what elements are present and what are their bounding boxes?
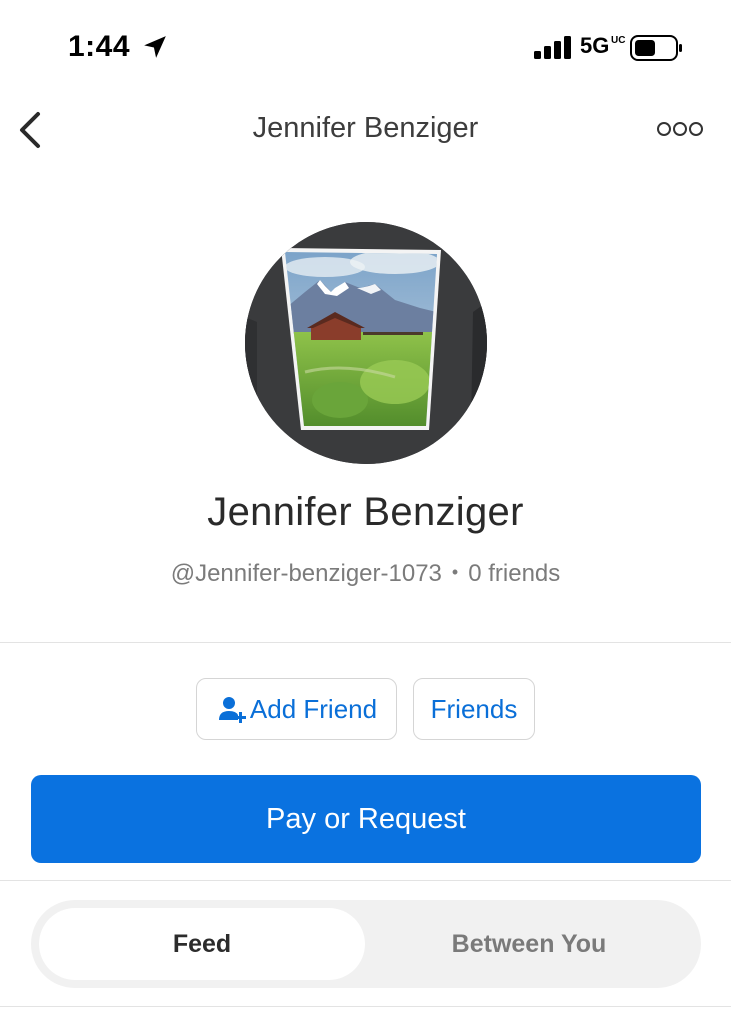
tab-feed[interactable]: Feed (39, 908, 365, 980)
network-subtype: UC (611, 35, 626, 46)
nav-bar: Jennifer Benziger (0, 100, 731, 160)
battery-icon (630, 35, 682, 61)
divider (0, 880, 731, 881)
tab-between-you[interactable]: Between You (365, 908, 693, 980)
add-friend-button[interactable]: Add Friend (196, 678, 397, 740)
avatar[interactable] (245, 222, 487, 464)
status-bar: 1:44 5G UC (0, 0, 731, 100)
more-options-icon[interactable] (655, 118, 705, 140)
profile-handle: @Jennifer-benziger-1073 (170, 560, 442, 587)
cellular-signal-icon (534, 36, 571, 59)
friends-label: Friends (430, 693, 518, 724)
feed-tabs: Feed Between You (31, 900, 701, 988)
friends-button[interactable]: Friends (413, 678, 535, 740)
profile-name: Jennifer Benziger (207, 490, 524, 534)
divider (0, 642, 731, 643)
tab-between-you-label: Between You (451, 929, 607, 958)
separator-dot: • (451, 562, 459, 582)
profile-meta: @Jennifer-benziger-1073 • 0 friends (0, 560, 731, 588)
nav-title: Jennifer Benziger (252, 112, 479, 144)
avatar-photo (245, 222, 487, 464)
network-type: 5G (580, 33, 610, 58)
location-arrow-icon (144, 36, 166, 58)
divider (0, 1006, 731, 1007)
add-friend-label: Add Friend (249, 693, 378, 724)
pay-or-request-label: Pay or Request (266, 802, 466, 835)
add-person-icon (218, 697, 246, 723)
status-time: 1:44 (68, 30, 131, 63)
friends-count[interactable]: 0 friends (468, 560, 560, 587)
tab-feed-label: Feed (172, 929, 232, 958)
pay-or-request-button[interactable]: Pay or Request (31, 775, 701, 863)
